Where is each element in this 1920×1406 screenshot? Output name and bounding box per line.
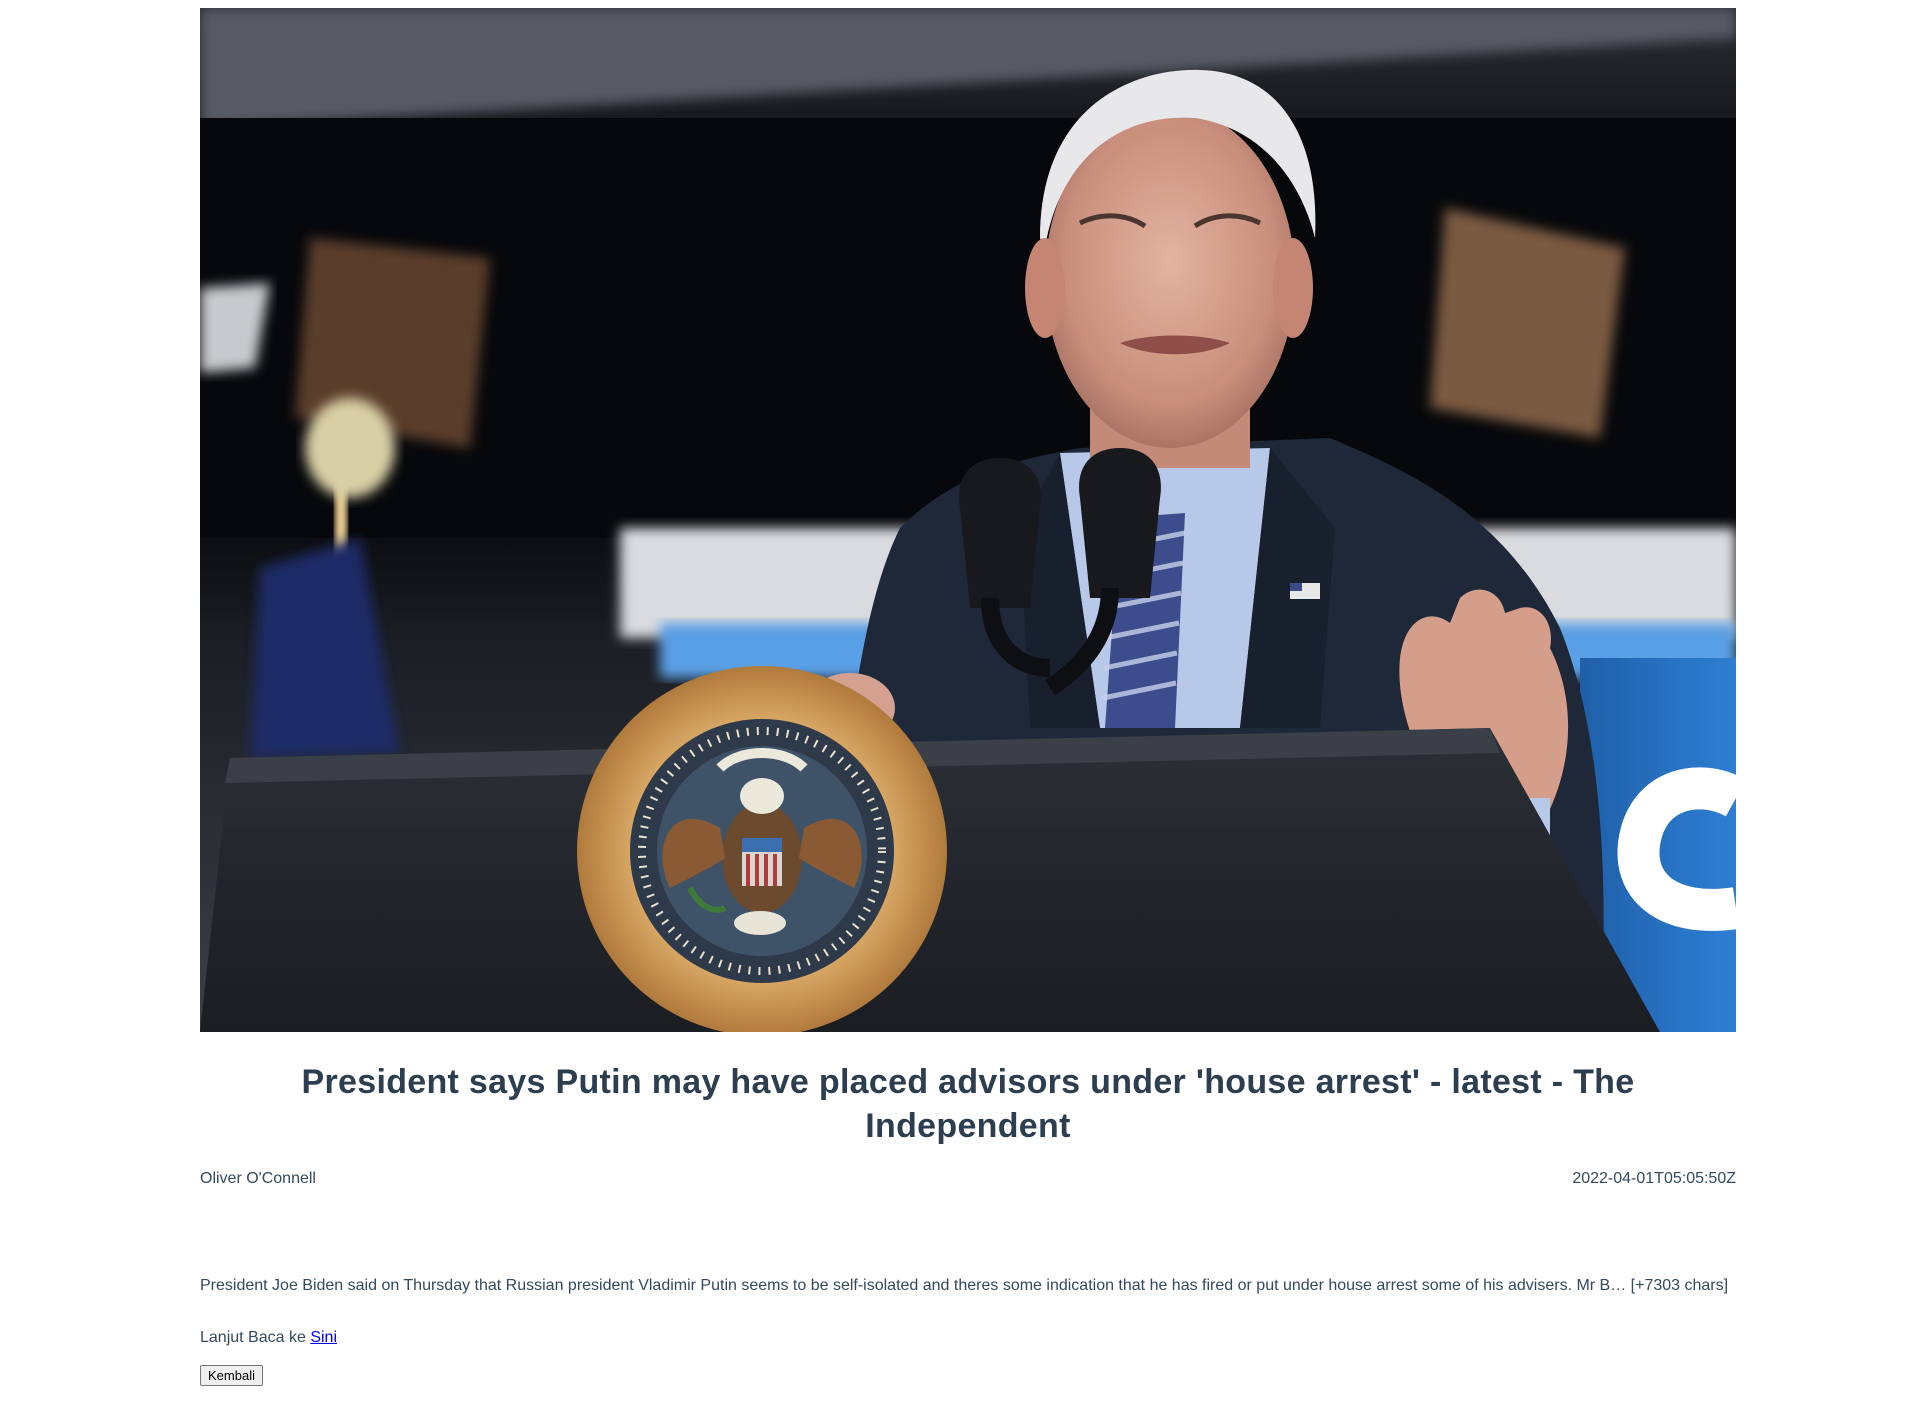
- back-button[interactable]: Kembali: [200, 1365, 263, 1386]
- article-meta: Oliver O'Connell 2022-04-01T05:05:50Z: [200, 1170, 1736, 1188]
- read-more-prefix: Lanjut Baca ke: [200, 1329, 306, 1346]
- read-more-line: Lanjut Baca ke Sini: [200, 1329, 1736, 1347]
- article-published-date: 2022-04-01T05:05:50Z: [1572, 1170, 1736, 1187]
- article-description: President Joe Biden said on Thursday tha…: [200, 1277, 1729, 1294]
- hero-photo-illustration: [200, 8, 1736, 1032]
- article-container: President says Putin may have placed adv…: [200, 8, 1736, 1386]
- article-author: Oliver O'Connell: [200, 1170, 316, 1187]
- article-title: President says Putin may have placed adv…: [301, 1063, 1635, 1145]
- article-hero-image: [200, 8, 1736, 1032]
- read-more-link[interactable]: Sini: [310, 1329, 337, 1346]
